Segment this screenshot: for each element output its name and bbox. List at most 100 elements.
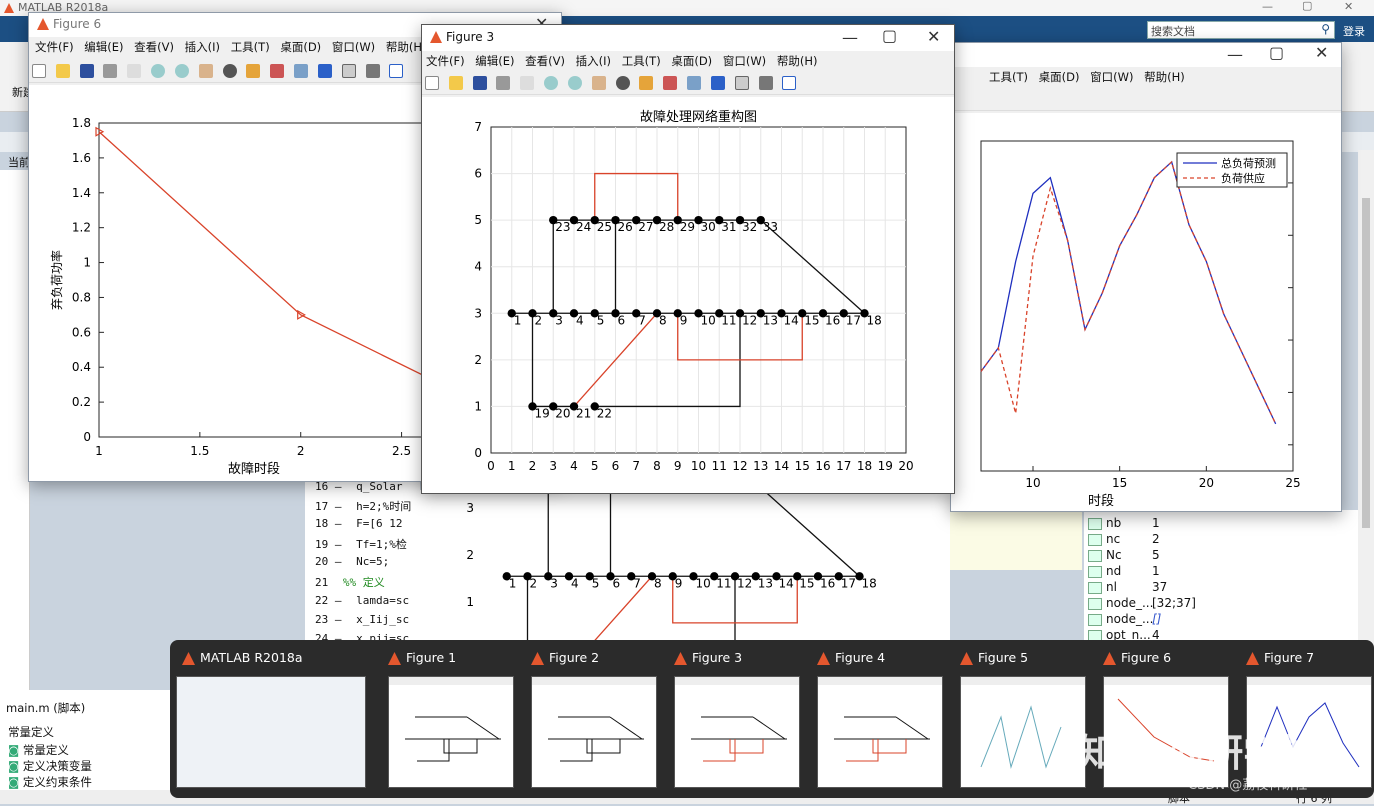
pointer-icon[interactable] (520, 76, 535, 90)
menu-item[interactable]: 桌面(D) (1039, 70, 1080, 84)
node-label: 16 (825, 313, 840, 327)
menu-item[interactable]: 工具(T) (231, 40, 270, 54)
code-line[interactable]: 17 – h=2;%时间 (315, 498, 411, 514)
zoom-out-icon[interactable] (567, 76, 582, 90)
x-tick-label: 15 (1112, 476, 1127, 490)
close-icon[interactable]: ✕ (927, 27, 940, 46)
code-line[interactable]: 21 %% 定义 (315, 574, 385, 590)
zoom-in-icon[interactable] (151, 64, 166, 78)
workspace-panel: nb 1 nc 2 Nc 5 nd 1 nl 37 node_...[32;37] nod… (1084, 510, 1358, 642)
task-thumb-figure3[interactable]: Figure 3 (662, 640, 805, 798)
workspace-var[interactable]: nb 1 (1088, 516, 1328, 532)
workspace-var[interactable]: nl 37 (1088, 580, 1328, 596)
y-tick-label: 4 (474, 260, 482, 274)
open-icon[interactable] (448, 76, 463, 90)
task-thumb-matlab[interactable]: MATLAB R2018a (170, 640, 366, 798)
task-thumb-figure2[interactable]: Figure 2 (519, 640, 662, 798)
code-line[interactable]: 20 – Nc=5; (315, 555, 389, 568)
task-thumb-figure1[interactable]: Figure 1 (376, 640, 519, 798)
matlab-logo-icon (182, 652, 195, 665)
code-line[interactable]: 18 – F=[6 12 (315, 517, 402, 530)
workspace-var[interactable]: node_...[32;37] (1088, 596, 1328, 612)
minimize-icon[interactable]: — (1262, 0, 1273, 13)
colorbar-icon[interactable] (710, 76, 725, 90)
datatip-icon[interactable] (246, 64, 261, 78)
x-tick-label: 5 (591, 459, 599, 473)
menu-item[interactable]: 工具(T) (989, 70, 1028, 84)
node-label: 15 (804, 313, 819, 327)
close-icon[interactable]: ✕ (1344, 0, 1353, 13)
maximize-icon[interactable]: ▢ (882, 26, 897, 45)
menu-item[interactable]: 插入(I) (185, 40, 220, 54)
menu-item[interactable]: 窗口(W) (332, 40, 375, 54)
new-figure-icon[interactable] (425, 76, 439, 90)
dock-icon[interactable] (389, 64, 404, 78)
section-item[interactable]: ◙ 定义决策变量 (8, 758, 92, 774)
menu-item[interactable]: 文件(F) (35, 40, 74, 54)
brush-icon[interactable] (270, 64, 285, 78)
menu-item[interactable]: 查看(V) (525, 54, 565, 68)
maximize-icon[interactable]: ▢ (1302, 0, 1312, 12)
node-label: 28 (659, 220, 674, 234)
pan-icon[interactable] (198, 64, 213, 78)
code-line[interactable]: 22 – lamda=sc (315, 594, 409, 607)
menu-item[interactable]: 窗口(W) (1090, 70, 1133, 84)
menu-item[interactable]: 桌面(D) (671, 54, 712, 68)
menu-item[interactable]: 工具(T) (622, 54, 661, 68)
save-icon[interactable] (79, 64, 94, 78)
colorbar-icon[interactable] (317, 64, 332, 78)
close-icon[interactable]: ✕ (1315, 43, 1328, 62)
minimize-icon[interactable]: — (842, 28, 858, 47)
link-icon[interactable] (294, 64, 309, 78)
workspace-var[interactable]: nc 2 (1088, 532, 1328, 548)
print-icon[interactable] (496, 76, 511, 90)
x-tick-label: 2.5 (392, 444, 411, 458)
section-item[interactable]: ◙ 定义约束条件 (8, 774, 92, 790)
menu-item[interactable]: 窗口(W) (723, 54, 766, 68)
open-icon[interactable] (55, 64, 70, 78)
menu-item[interactable]: 编辑(E) (475, 54, 514, 68)
menu-item[interactable]: 查看(V) (134, 40, 174, 54)
workspace-var[interactable]: node_...[] (1088, 612, 1328, 628)
login-link[interactable]: 登录 (1343, 23, 1365, 39)
print-icon[interactable] (103, 64, 118, 78)
new-figure-icon[interactable] (32, 64, 46, 78)
menu-item[interactable]: 桌面(D) (280, 40, 321, 54)
dock-icon[interactable] (782, 76, 797, 90)
legend-icon[interactable] (341, 64, 356, 78)
brush-icon[interactable] (663, 76, 678, 90)
minimize-icon[interactable]: — (1227, 45, 1243, 64)
search-icon[interactable]: ⚲ (1321, 22, 1330, 36)
rotate-icon[interactable] (615, 76, 630, 90)
menu-item[interactable]: 文件(F) (426, 54, 465, 68)
hide-tools-icon[interactable] (758, 76, 773, 90)
taskbar-previews: MATLAB R2018a Figure 1 Figure 2 Figure 3… (170, 640, 1374, 798)
datatip-icon[interactable] (639, 76, 654, 90)
node-label: 13 (758, 576, 773, 590)
workspace-var[interactable]: nd 1 (1088, 564, 1328, 580)
task-thumb-figure5[interactable]: Figure 5 (948, 640, 1091, 798)
rotate-icon[interactable] (222, 64, 237, 78)
maximize-icon[interactable]: ▢ (1269, 43, 1284, 62)
menu-item[interactable]: 插入(I) (576, 54, 611, 68)
menu-item[interactable]: 帮助(H) (1144, 70, 1185, 84)
section-item[interactable]: ◙ 常量定义 (8, 742, 69, 758)
menu-item[interactable]: 帮助(H) (777, 54, 818, 68)
node-label: 32 (742, 220, 757, 234)
search-input-box[interactable]: 搜索文档 ⚲ (1147, 21, 1335, 39)
editor-panel: 16 – q_Solar 17 – h=2;%时间 18 – F=[6 12 1… (305, 470, 420, 645)
link-icon[interactable] (687, 76, 702, 90)
pointer-icon[interactable] (127, 64, 142, 78)
pan-icon[interactable] (591, 76, 606, 90)
zoom-out-icon[interactable] (174, 64, 189, 78)
save-icon[interactable] (472, 76, 487, 90)
search-input[interactable]: 搜索文档 (1151, 23, 1195, 39)
code-line[interactable]: 19 – Tf=1;%检 (315, 536, 407, 552)
code-line[interactable]: 23 – x_Iij_sc (315, 613, 409, 626)
workspace-var[interactable]: Nc 5 (1088, 548, 1328, 564)
menu-item[interactable]: 编辑(E) (84, 40, 123, 54)
zoom-in-icon[interactable] (544, 76, 559, 90)
task-thumb-figure4[interactable]: Figure 4 (805, 640, 948, 798)
hide-tools-icon[interactable] (365, 64, 380, 78)
legend-icon[interactable] (734, 76, 749, 90)
